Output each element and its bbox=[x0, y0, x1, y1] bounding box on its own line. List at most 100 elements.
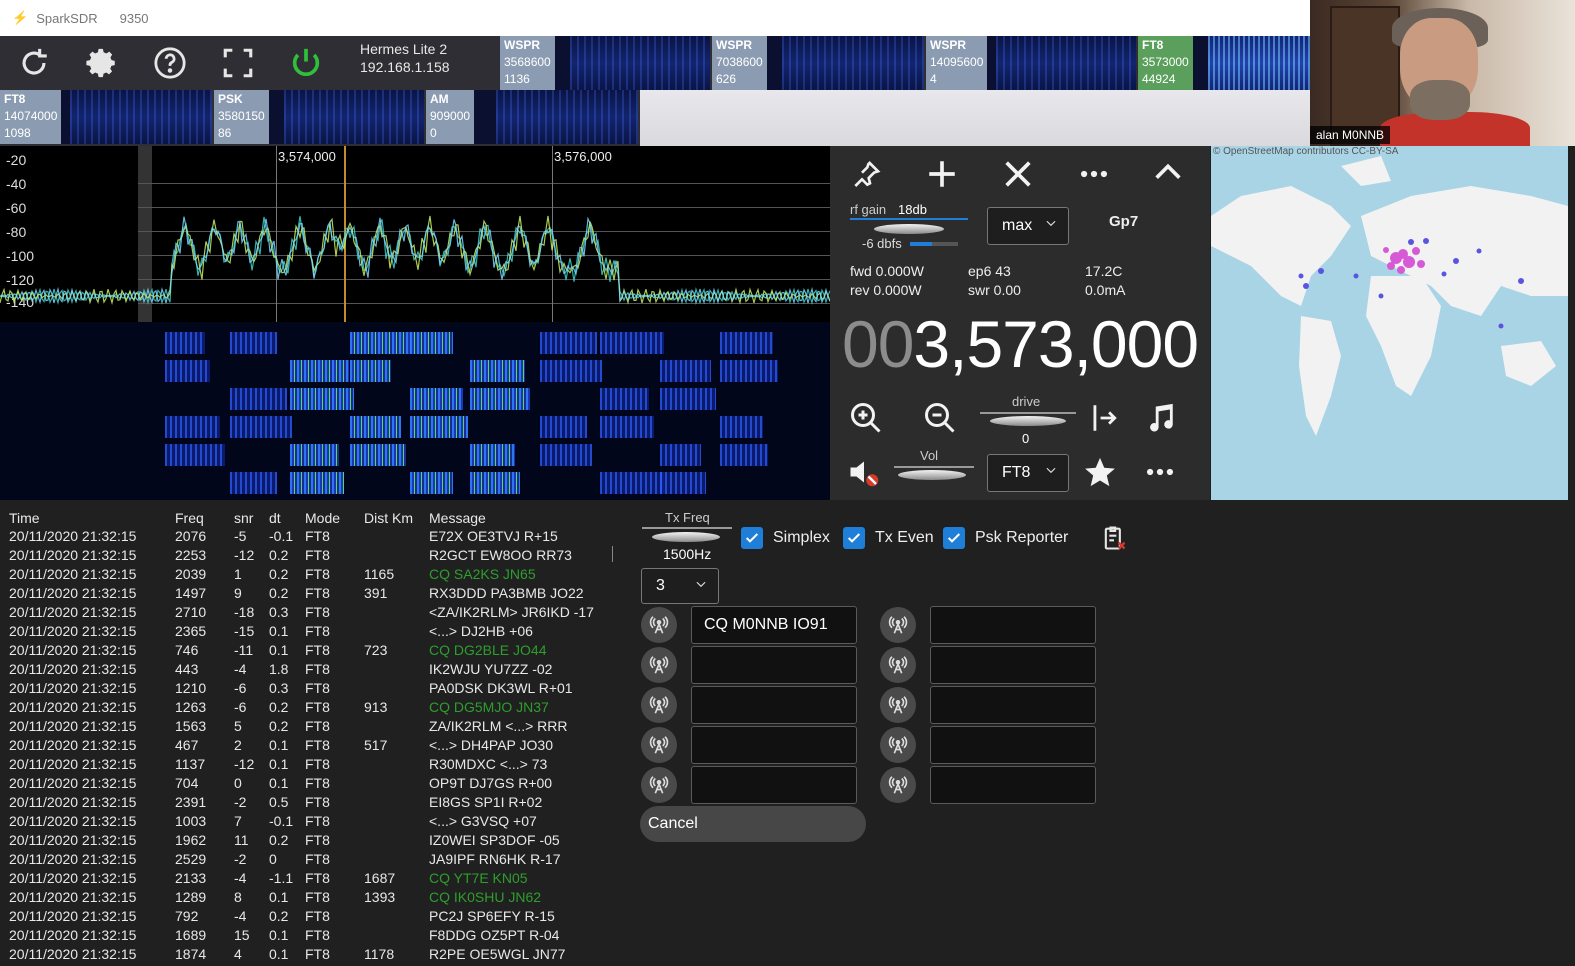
psk-reporter-checkbox[interactable] bbox=[943, 527, 965, 549]
drive-slider[interactable] bbox=[990, 416, 1066, 428]
decode-msg: F8DDG OZ5PT R-04 bbox=[429, 927, 560, 943]
decode-dt: 0.1 bbox=[269, 927, 289, 943]
waterfall-signal bbox=[230, 416, 292, 438]
col-snr[interactable]: snr bbox=[234, 510, 253, 526]
more-options-icon[interactable] bbox=[1072, 152, 1116, 196]
exit-arrow-icon[interactable] bbox=[1082, 398, 1122, 438]
receiver-tile-ft8-80m[interactable]: FT8 3573000 44924 bbox=[1138, 36, 1310, 90]
transmit-antenna-icon[interactable] bbox=[880, 647, 916, 683]
tx-message-field-left[interactable]: CQ M0NNB IO91 bbox=[691, 606, 857, 644]
decode-freq: 2133 bbox=[175, 870, 207, 886]
more-options-icon[interactable] bbox=[1140, 452, 1180, 492]
transmit-antenna-icon[interactable] bbox=[880, 727, 916, 763]
decode-dist: 517 bbox=[364, 737, 388, 753]
agc-select[interactable]: max bbox=[987, 207, 1069, 245]
receiver-tile-wspr-40m[interactable]: WSPR 7038600 626 bbox=[712, 36, 924, 90]
receiver-tile-psk[interactable]: PSK 3580150 86 bbox=[214, 90, 424, 144]
decode-time: 20/11/2020 21:32:15 bbox=[9, 832, 137, 848]
refresh-icon[interactable] bbox=[0, 36, 68, 90]
receiver-tile-am[interactable]: AM 909000 0 bbox=[426, 90, 638, 144]
chevron-down-icon bbox=[696, 581, 706, 588]
tx-message-field-right[interactable] bbox=[930, 646, 1096, 684]
decode-dt: 0.1 bbox=[269, 642, 289, 658]
chevron-down-icon bbox=[1046, 467, 1056, 474]
zoom-in-icon[interactable] bbox=[846, 398, 886, 438]
close-icon[interactable] bbox=[996, 152, 1040, 196]
mode-select[interactable]: FT8 bbox=[987, 454, 1069, 492]
settings-gear-icon[interactable] bbox=[68, 36, 136, 90]
decode-dt: 0.2 bbox=[269, 699, 289, 715]
waterfall-display[interactable] bbox=[0, 322, 830, 500]
col-freq[interactable]: Freq bbox=[175, 510, 204, 526]
waterfall-signal bbox=[720, 416, 763, 438]
vfo-frequency-display[interactable]: 003,573,000 bbox=[842, 306, 1199, 382]
music-note-icon[interactable] bbox=[1140, 398, 1180, 438]
zoom-out-icon[interactable] bbox=[920, 398, 960, 438]
tx-message-field-left[interactable] bbox=[691, 686, 857, 724]
transmit-antenna-icon[interactable] bbox=[641, 727, 677, 763]
tx-message-field-right[interactable] bbox=[930, 766, 1096, 804]
decode-time: 20/11/2020 21:32:15 bbox=[9, 699, 137, 715]
tx-slot-select[interactable]: 3 bbox=[641, 568, 719, 604]
clear-clipboard-icon[interactable] bbox=[1100, 524, 1130, 554]
receiver-tile-wspr-20m[interactable]: WSPR 14095600 4 bbox=[926, 36, 1136, 90]
tx-message-field-left[interactable] bbox=[691, 726, 857, 764]
tx-message-field-left[interactable] bbox=[691, 766, 857, 804]
tx-freq-value: 1500Hz bbox=[663, 546, 712, 562]
receiver-tile-wspr-80m[interactable]: WSPR 3568600 1136 bbox=[500, 36, 710, 90]
simplex-checkbox[interactable] bbox=[741, 527, 763, 549]
transmit-antenna-icon[interactable] bbox=[641, 647, 677, 683]
decode-msg: JA9IPF RN6HK R-17 bbox=[429, 851, 561, 867]
rf-gain-value: 18db bbox=[898, 202, 927, 217]
decode-msg: E72X OE3TVJ R+15 bbox=[429, 528, 558, 544]
receiver-tile-ft8-20m[interactable]: FT8 14074000 1098 bbox=[0, 90, 212, 144]
waterfall-signal bbox=[165, 332, 205, 354]
mute-speaker-icon[interactable] bbox=[844, 452, 884, 492]
transmit-antenna-icon[interactable] bbox=[641, 687, 677, 723]
cancel-button[interactable]: Cancel bbox=[640, 806, 866, 842]
col-time[interactable]: Time bbox=[9, 510, 40, 526]
tx-message-field-left[interactable] bbox=[691, 646, 857, 684]
tx-freq-slider[interactable] bbox=[652, 532, 720, 544]
waterfall-signal bbox=[600, 388, 649, 410]
tx-message-field-right[interactable] bbox=[930, 726, 1096, 764]
waterfall-signal bbox=[290, 360, 349, 382]
col-dt[interactable]: dt bbox=[269, 510, 281, 526]
decode-msg: OP9T DJ7GS R+00 bbox=[429, 775, 553, 791]
tx-freq-label: Tx Freq bbox=[665, 510, 710, 525]
decode-dt: 0.2 bbox=[269, 908, 289, 924]
add-icon[interactable] bbox=[920, 152, 964, 196]
transmit-antenna-icon[interactable] bbox=[880, 687, 916, 723]
tx-message-field-right[interactable] bbox=[930, 686, 1096, 724]
tx-even-checkbox[interactable] bbox=[843, 527, 865, 549]
decode-mode: FT8 bbox=[305, 585, 330, 601]
tile-label: WSPR 3568600 1136 bbox=[500, 36, 555, 90]
tile-area-empty bbox=[640, 90, 1310, 146]
col-dist[interactable]: Dist Km bbox=[364, 510, 413, 526]
spectrum-display[interactable]: -20 -40 -60 -80 -100 -120 -140 3,574,000… bbox=[0, 146, 830, 322]
transmit-antenna-icon[interactable] bbox=[880, 767, 916, 803]
decode-mode: FT8 bbox=[305, 832, 330, 848]
decode-snr: -4 bbox=[234, 870, 247, 886]
power-icon[interactable] bbox=[272, 36, 340, 90]
chevron-up-icon[interactable] bbox=[1146, 150, 1190, 194]
transmit-antenna-icon[interactable] bbox=[641, 607, 677, 643]
transmit-antenna-icon[interactable] bbox=[880, 607, 916, 643]
waterfall-signal bbox=[165, 360, 210, 382]
volume-slider[interactable] bbox=[898, 470, 966, 482]
pin-icon[interactable] bbox=[844, 152, 888, 196]
col-message[interactable]: Message bbox=[429, 510, 486, 526]
tx-message-field-right[interactable] bbox=[930, 606, 1096, 644]
col-mode[interactable]: Mode bbox=[305, 510, 340, 526]
decode-dt: 0.1 bbox=[269, 889, 289, 905]
decode-msg: RX3DDD PA3BMB JO22 bbox=[429, 585, 584, 601]
decode-mode: FT8 bbox=[305, 604, 330, 620]
transmit-antenna-icon[interactable] bbox=[641, 767, 677, 803]
spot-map[interactable]: © OpenStreetMap contributors CC-BY-SA bbox=[1211, 146, 1568, 500]
help-icon[interactable] bbox=[136, 36, 204, 90]
decode-mode: FT8 bbox=[305, 851, 330, 867]
star-icon[interactable] bbox=[1080, 452, 1120, 492]
rf-gain-slider[interactable] bbox=[874, 224, 944, 236]
decode-time: 20/11/2020 21:32:15 bbox=[9, 585, 137, 601]
fullscreen-icon[interactable] bbox=[204, 36, 272, 90]
